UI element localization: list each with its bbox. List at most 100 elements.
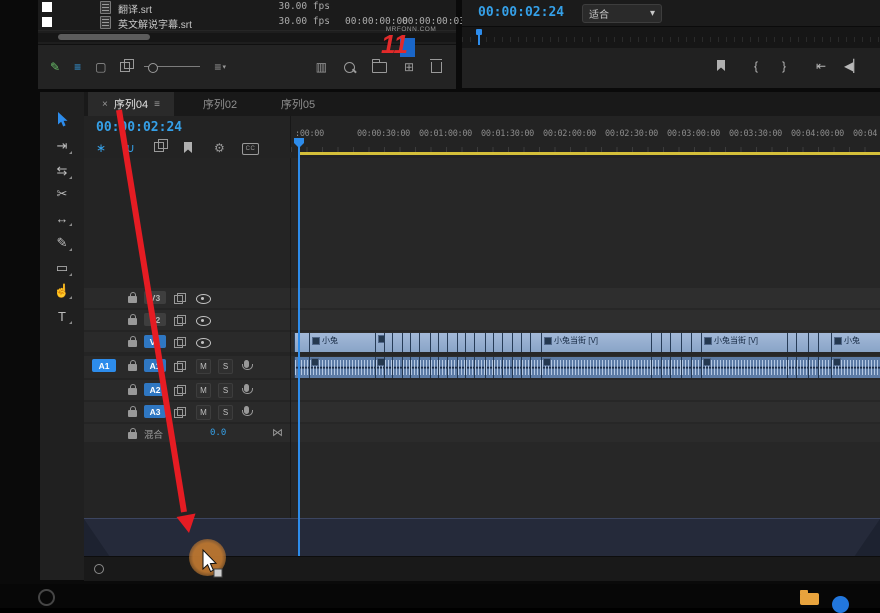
video-clip[interactable] [818,333,831,352]
track-name-badge[interactable]: V1 [144,335,166,348]
mark-in-button[interactable]: { [754,60,758,72]
audio-clip[interactable] [661,357,670,378]
audio-clip[interactable] [541,357,651,378]
video-clip[interactable] [512,333,521,352]
video-clip[interactable] [438,333,447,352]
delete-icon[interactable] [431,62,442,73]
project-scrollbar[interactable] [38,33,456,42]
hand-tool[interactable]: ☝ [50,281,74,301]
monitor-timecode[interactable]: 00:00:02:24 [478,5,564,20]
track-name-badge[interactable]: V2 [144,313,166,326]
sync-lock-icon[interactable] [174,317,183,326]
track-header-A3[interactable]: A3MS [84,402,290,422]
video-clip[interactable] [402,333,410,352]
taskbar-folder-icon[interactable] [800,593,819,605]
video-clip[interactable] [502,333,512,352]
audio-clip[interactable] [493,357,502,378]
video-clip[interactable] [796,333,808,352]
automate-to-sequence-icon[interactable]: ▥ [316,61,327,73]
video-clip[interactable] [410,333,419,352]
edit-pencil-icon[interactable]: ✎ [50,61,60,73]
audio-clip[interactable] [831,357,880,378]
new-item-icon[interactable]: ⊞ [404,61,414,73]
freeform-view-icon[interactable] [120,62,130,72]
video-clip[interactable] [670,333,681,352]
track-name-badge[interactable]: A3 [144,405,166,418]
timeline-timecode[interactable]: 00:00:02:24 [96,120,182,135]
track-header-V3[interactable]: V3 [84,288,290,308]
sync-lock-icon[interactable] [174,295,183,304]
sync-lock-icon[interactable] [174,409,183,418]
video-clip[interactable] [661,333,670,352]
track-name-badge[interactable]: A1 [144,359,166,372]
track-header-A1[interactable]: A1A1MS [84,356,290,378]
video-clip[interactable] [294,333,309,352]
eye-icon[interactable] [196,338,211,348]
master-track-value[interactable]: 0.0 [210,428,226,438]
rectangle-tool[interactable]: ▭ [50,258,74,278]
tab-close-icon[interactable]: × [102,99,108,110]
audio-clip[interactable] [375,357,384,378]
lock-icon[interactable] [128,410,137,417]
track-select-tool[interactable]: ⇥ [50,136,74,156]
video-clip[interactable] [530,333,541,352]
eye-icon[interactable] [196,294,211,304]
audio-clip[interactable] [430,357,438,378]
audio-clip[interactable] [512,357,521,378]
video-clip[interactable] [651,333,661,352]
track-header-master[interactable]: 混合0.0⋈ [84,424,290,442]
track-header-A2[interactable]: A2MS [84,380,290,400]
audio-clip[interactable] [521,357,530,378]
mute-button[interactable]: M [196,383,211,398]
tab-menu-icon[interactable]: ≡ [154,99,160,110]
add-marker-button[interactable] [717,60,725,73]
video-clip[interactable] [485,333,493,352]
fit-dropdown[interactable]: 适合 ▾ [582,4,662,23]
audio-clip[interactable] [474,357,485,378]
nest-toggle-icon-wrap[interactable]: ∗ [96,142,106,155]
mark-out-button[interactable]: } [782,60,786,72]
video-clip[interactable] [474,333,485,352]
audio-clip[interactable] [457,357,465,378]
monitor-scrubber[interactable] [462,26,880,50]
video-clip[interactable] [430,333,438,352]
video-clip[interactable] [392,333,402,352]
audio-clip[interactable] [808,357,818,378]
audio-clip[interactable] [701,357,787,378]
track-name-badge[interactable]: A2 [144,383,166,396]
sync-lock-icon[interactable] [174,387,183,396]
mic-icon[interactable] [244,406,249,414]
video-clip[interactable]: 小兔当街 [V] [541,333,651,352]
video-clip[interactable] [384,333,392,352]
video-clip[interactable]: 小兔 [309,333,375,352]
list-view-icon[interactable]: ≡ [74,61,81,73]
audio-clip[interactable] [465,357,474,378]
snap-icon-wrap[interactable]: ∪ [126,142,135,155]
audio-clip[interactable] [309,357,375,378]
track-target-badge[interactable]: A1 [92,359,116,372]
video-clip[interactable] [787,333,796,352]
project-row[interactable]: 英文解说字幕.srt30.00 fps00:00:00:0000:00:00:0… [38,15,456,31]
zoom-handle-icon[interactable] [94,564,104,574]
audio-clip[interactable] [384,357,392,378]
audio-clip[interactable] [410,357,419,378]
audio-clip[interactable] [438,357,447,378]
time-ruler[interactable]: :00:0000:00:30:0000:01:00:0000:01:30:000… [290,116,880,152]
audio-clip[interactable] [670,357,681,378]
track-header-V2[interactable]: V2 [84,310,290,330]
captions-icon-wrap[interactable]: CC [242,142,259,155]
settings-wrench-icon-wrap[interactable]: ⚙ [214,142,225,155]
mute-button[interactable]: M [196,359,211,374]
taskbar-app-icon[interactable] [832,596,849,613]
audio-clip[interactable] [447,357,457,378]
mic-icon[interactable] [244,360,249,368]
audio-clip[interactable] [485,357,493,378]
linked-selection-icon-wrap[interactable] [154,142,164,155]
type-tool[interactable]: T [50,306,74,326]
video-clip[interactable] [447,333,457,352]
icon-view-icon[interactable]: ▢ [95,61,106,73]
pan-icon[interactable]: ⋈ [272,426,283,439]
taskbar-tray-icon[interactable] [38,589,55,606]
lock-icon[interactable] [128,388,137,395]
pen-tool[interactable]: ✎ [50,233,74,253]
